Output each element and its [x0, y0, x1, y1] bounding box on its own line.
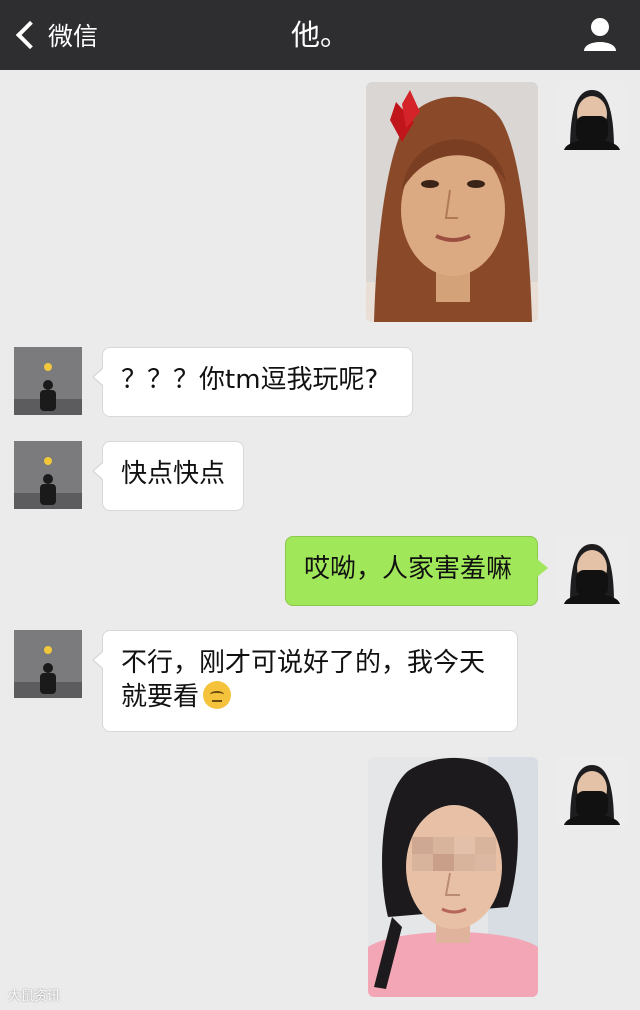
navigation-bar: 微信 他。	[0, 0, 640, 70]
message-text-line: 就要看	[121, 682, 200, 712]
back-label: 微信	[48, 22, 99, 51]
avatar[interactable]	[558, 536, 626, 604]
person-icon[interactable]	[582, 16, 618, 52]
watermark: 大鼠资讯	[8, 985, 60, 1004]
back-button[interactable]: 微信	[12, 12, 98, 58]
chevron-left-icon	[15, 20, 45, 50]
message-bubble[interactable]: 不行，刚才可说好了的，我今天 就要看	[92, 630, 518, 732]
message-text: 哎呦，人家害羞嘛	[304, 554, 513, 584]
avatar[interactable]	[14, 630, 82, 698]
avatar[interactable]	[558, 82, 626, 150]
message-bubble[interactable]: ？？？你tm逗我玩呢?	[92, 347, 413, 417]
message-bubble[interactable]: 快点快点	[92, 441, 244, 511]
thinking-face-emoji	[203, 681, 232, 709]
photo-message[interactable]	[366, 82, 538, 322]
message-text-line: 不行，刚才可说好了的，我今天	[121, 648, 486, 678]
watermark-text: 大鼠资讯	[8, 989, 61, 1004]
avatar[interactable]	[558, 757, 626, 825]
avatar[interactable]	[14, 441, 82, 509]
photo-message[interactable]	[368, 757, 538, 997]
message-bubble[interactable]: 哎呦，人家害羞嘛	[285, 536, 548, 606]
avatar[interactable]	[14, 347, 82, 415]
message-text: ？？？你tm逗我玩呢?	[121, 365, 379, 395]
message-text: 快点快点	[121, 459, 226, 489]
